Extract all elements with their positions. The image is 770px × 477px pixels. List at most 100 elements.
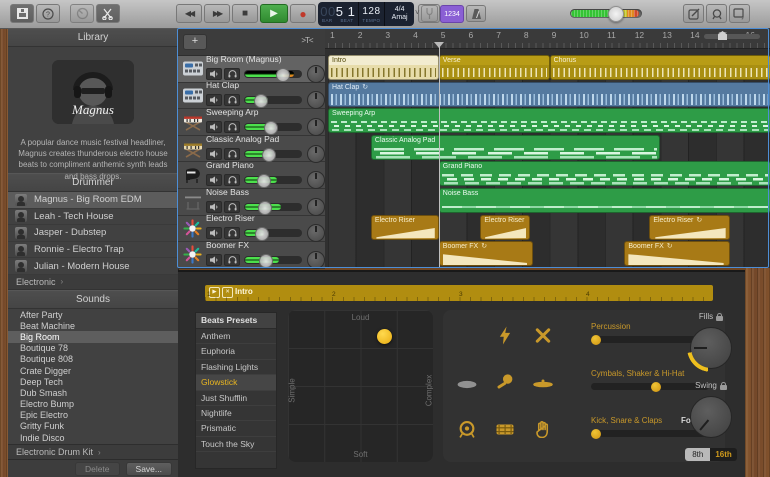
pan-knob[interactable] — [307, 197, 325, 216]
region[interactable]: Classic Analog Pad — [370, 134, 661, 160]
xy-pad[interactable]: Loud Soft Simple Complex — [288, 310, 434, 462]
media-browser-button[interactable]: ♪ — [729, 4, 750, 23]
playhead[interactable] — [434, 42, 445, 268]
volume-slider[interactable] — [244, 67, 302, 82]
editor-refresh-icon[interactable]: ✕ — [222, 287, 233, 298]
solo-button[interactable] — [224, 67, 240, 80]
shaker-icon[interactable] — [457, 376, 477, 394]
sound-row[interactable]: Epic Electro — [8, 410, 178, 421]
preset-row[interactable]: Euphoria — [196, 344, 276, 360]
volume-handle[interactable] — [264, 120, 279, 135]
editor-region-bar[interactable]: ▶ ✕ Intro 1234 — [205, 285, 713, 301]
metronome-button[interactable] — [466, 5, 486, 22]
mute-button[interactable] — [206, 253, 222, 266]
add-track-button[interactable]: + — [183, 34, 207, 50]
swing-knob[interactable] — [690, 396, 732, 438]
drummer-row[interactable]: Ronnie - Electro Trap — [8, 242, 178, 259]
region[interactable]: Sweeping Arp — [328, 108, 770, 134]
track-row[interactable]: Classic Analog Pad — [178, 134, 325, 163]
tuner-button[interactable] — [421, 5, 438, 22]
volume-slider[interactable] — [244, 94, 302, 109]
preset-row[interactable]: Glowstick — [196, 375, 276, 391]
track-row[interactable]: Boomer FX — [178, 240, 325, 269]
lcd-display[interactable]: 005 1 BAR BEAT 128 TEMPO 4/4 Amaj — [318, 2, 414, 26]
mute-button[interactable] — [206, 120, 222, 133]
sound-row[interactable]: Beat Machine — [8, 320, 178, 331]
region[interactable]: Noise Bass — [438, 188, 770, 213]
sound-row[interactable]: Crate Digger — [8, 365, 178, 376]
preset-row[interactable]: Prismatic — [196, 421, 276, 437]
eighth-button[interactable]: 8th — [685, 448, 711, 461]
notepad-button[interactable] — [683, 4, 704, 23]
volume-handle[interactable] — [254, 94, 269, 109]
kit-slider-handle[interactable] — [650, 381, 661, 392]
sound-row[interactable]: Big Room — [8, 331, 178, 343]
region[interactable]: Verse — [438, 55, 550, 80]
volume-slider[interactable] — [244, 147, 302, 162]
library-toggle-button[interactable] — [10, 4, 34, 23]
maraca-icon[interactable] — [497, 374, 514, 396]
pan-knob[interactable] — [307, 117, 325, 136]
volume-slider[interactable] — [244, 200, 302, 215]
forward-button[interactable]: ▶▶ — [204, 4, 230, 23]
lcd-tempo[interactable]: 128 TEMPO — [359, 2, 386, 26]
master-volume-slider[interactable] — [570, 6, 642, 22]
mute-button[interactable] — [206, 147, 222, 160]
volume-slider[interactable] — [244, 227, 302, 242]
solo-button[interactable] — [224, 147, 240, 160]
timeline-ruler[interactable]: 12345678910111213141516 — [325, 28, 770, 49]
preset-row[interactable]: Anthem — [196, 329, 276, 345]
mute-button[interactable] — [206, 200, 222, 213]
delete-button[interactable]: Delete — [74, 461, 120, 476]
volume-slider[interactable] — [244, 253, 302, 268]
track-row[interactable]: Hat Clap — [178, 81, 325, 110]
pan-knob[interactable] — [307, 250, 325, 269]
sound-row[interactable]: Electro Bump — [8, 398, 178, 409]
preset-row[interactable]: Flashing Lights — [196, 360, 276, 376]
sound-row[interactable]: Indie Disco — [8, 432, 178, 443]
volume-handle[interactable] — [276, 67, 291, 82]
category-row-electronic[interactable]: Electronic › — [8, 274, 178, 290]
volume-handle[interactable] — [257, 174, 272, 189]
mute-button[interactable] — [206, 67, 222, 80]
drummer-row[interactable]: Magnus - Big Room EDM — [8, 192, 178, 209]
sound-row[interactable]: Boutique 808 — [8, 354, 178, 365]
clap-hand-icon[interactable] — [536, 421, 551, 443]
volume-handle[interactable] — [259, 253, 274, 268]
lcd-position[interactable]: 005 1 BAR BEAT — [318, 2, 359, 26]
solo-button[interactable] — [224, 200, 240, 213]
sound-row[interactable]: Deep Tech — [8, 376, 178, 387]
lightning-icon[interactable] — [499, 326, 512, 350]
solo-button[interactable] — [224, 120, 240, 133]
drummer-row[interactable]: Julian - Modern House — [8, 258, 178, 275]
sound-row[interactable]: Dub Smash — [8, 387, 178, 398]
region[interactable]: Electro Riser — [370, 214, 439, 240]
master-volume-handle[interactable] — [607, 6, 624, 22]
play-button[interactable]: ▶ — [260, 4, 288, 23]
snare-drum-icon[interactable] — [496, 423, 515, 441]
save-button[interactable]: Save... — [125, 461, 172, 476]
loop-browser-button[interactable] — [706, 4, 727, 23]
cymbal-icon[interactable] — [533, 376, 554, 394]
pan-knob[interactable] — [307, 144, 325, 163]
track-row[interactable]: Sweeping Arp — [178, 107, 325, 136]
fills-knob[interactable] — [687, 324, 735, 372]
volume-handle[interactable] — [262, 147, 277, 162]
sound-row[interactable]: Boutique 78 — [8, 343, 178, 354]
lcd-chevron-icon[interactable]: ˅ — [415, 8, 420, 17]
pan-knob[interactable] — [307, 64, 325, 83]
solo-button[interactable] — [224, 227, 240, 240]
mute-button[interactable] — [206, 174, 222, 187]
lcd-key-signature[interactable]: 4/4 Amaj — [385, 2, 414, 26]
kit-row-electronic-drum-kit[interactable]: Electronic Drum Kit › — [8, 444, 178, 460]
rewind-button[interactable]: ◀◀ — [176, 4, 202, 23]
preset-row[interactable]: Touch the Sky — [196, 437, 276, 453]
volume-slider[interactable] — [244, 120, 302, 135]
solo-button[interactable] — [224, 94, 240, 107]
sound-row[interactable]: After Party — [8, 309, 178, 320]
pan-knob[interactable] — [307, 224, 325, 243]
region[interactable]: Boomer FX ↻ — [438, 241, 533, 267]
region[interactable]: Hat Clap ↻ — [328, 81, 770, 107]
volume-handle[interactable] — [258, 200, 273, 215]
quick-help-button[interactable]: ? — [36, 4, 60, 23]
